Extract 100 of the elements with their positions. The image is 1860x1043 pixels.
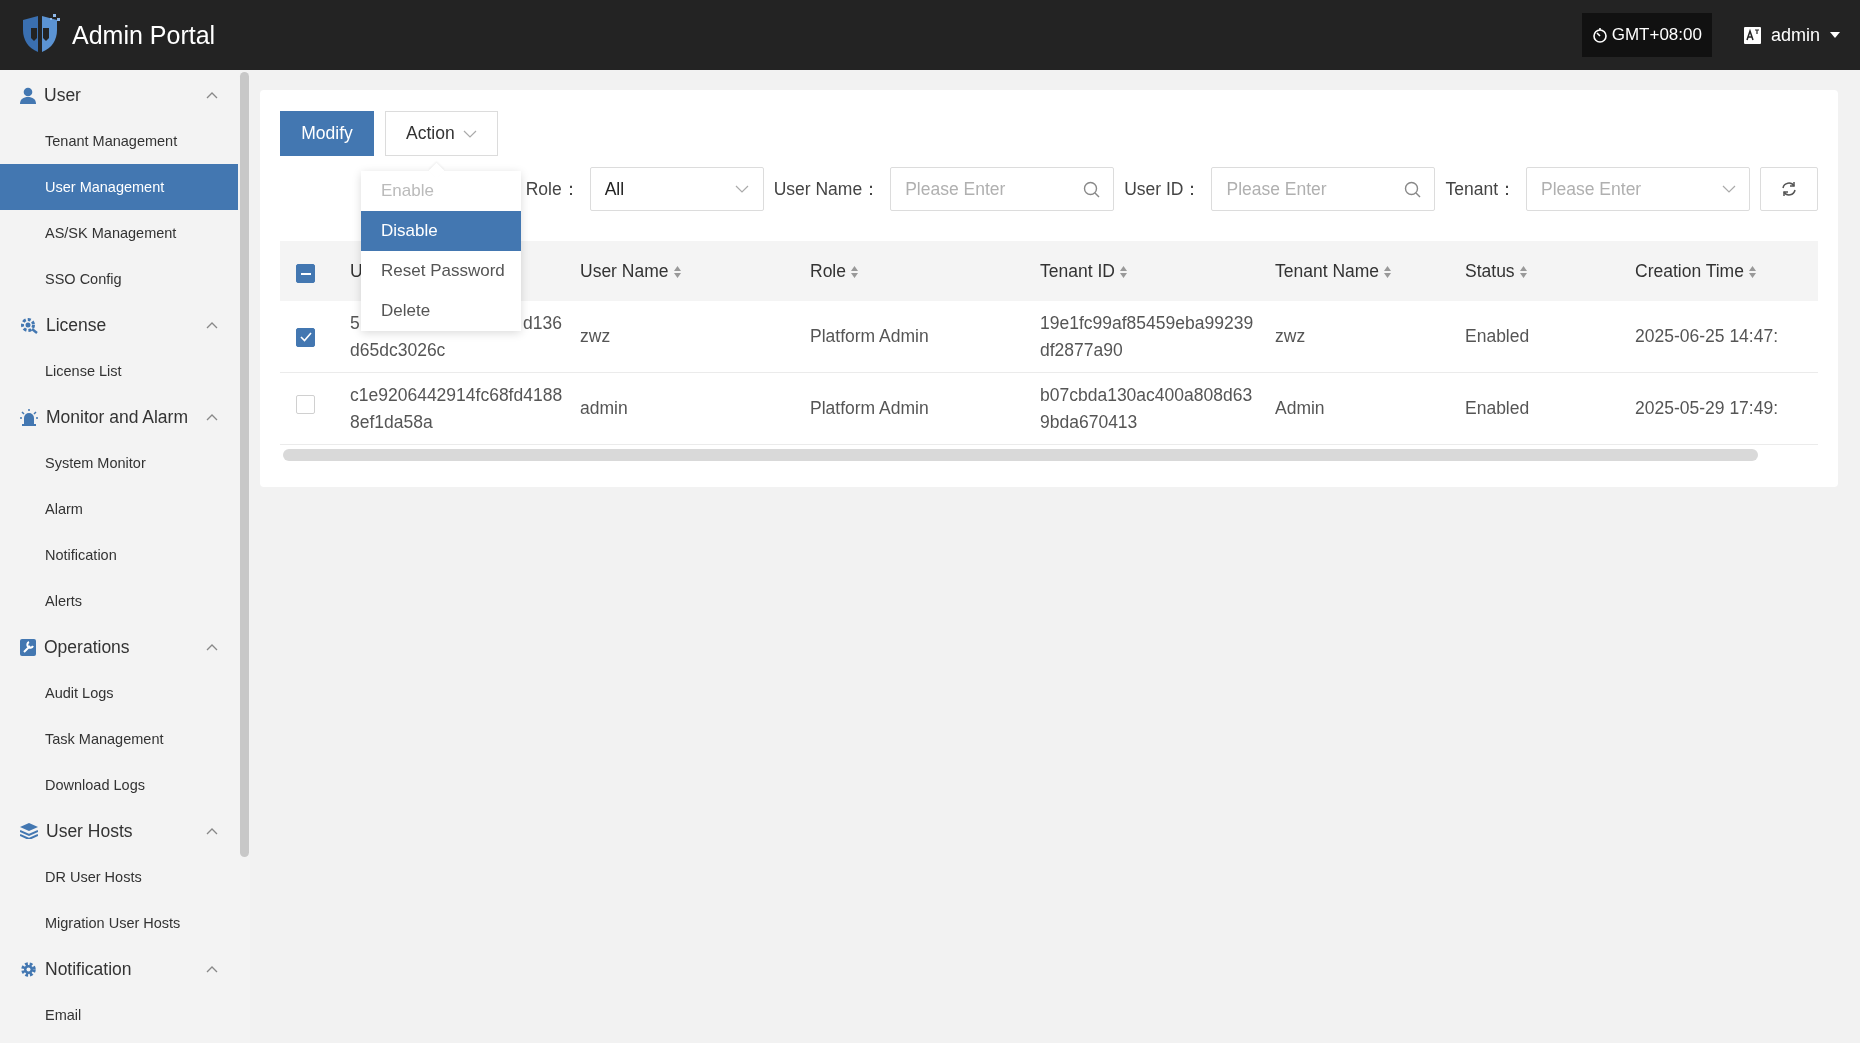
group-label: User Hosts (46, 820, 134, 842)
table-cell-text: 2025-05-29 17:49: (1635, 397, 1779, 420)
group-label: User (44, 84, 82, 106)
filter-label: Tenant： (1445, 178, 1516, 201)
timezone-label: GMT+08:00 (1611, 25, 1702, 45)
sidebar-item[interactable]: Download Logs (0, 762, 238, 808)
chevron-down-icon (734, 185, 749, 193)
modify-button[interactable]: Modify (280, 111, 374, 156)
refresh-button[interactable] (1760, 167, 1818, 211)
chevron-up-icon (206, 965, 218, 973)
sidebar-item[interactable]: Alarm (0, 486, 238, 532)
chevron-down-icon (462, 129, 477, 138)
table-cell-text: d136 (523, 311, 562, 335)
sidebar-group[interactable]: License (0, 302, 238, 348)
sort-icon (672, 264, 682, 279)
select-field[interactable]: All (589, 167, 764, 211)
menu-item[interactable]: Disable (361, 211, 521, 251)
person-icon (20, 86, 36, 104)
timezone-button[interactable]: GMT+08:00 (1581, 13, 1712, 57)
sort-icon (1747, 264, 1757, 279)
filter-label: Role： (525, 178, 580, 201)
column-header[interactable]: Status (1451, 241, 1621, 301)
table-cell-text: zwz (580, 325, 611, 348)
app-title: Admin Portal (72, 20, 217, 50)
column-header[interactable]: Tenant Name (1261, 241, 1451, 301)
table-cell-text: 2025-06-25 14:47: (1635, 325, 1779, 348)
group-label: Notification (45, 958, 133, 980)
sidebar-group[interactable]: User Hosts (0, 808, 238, 854)
search-field[interactable]: Please Enter (1211, 167, 1436, 211)
sort-icon (1518, 264, 1528, 279)
gear-icon (20, 316, 38, 334)
table-cell-text: zwz (1275, 325, 1306, 348)
sidebar-item[interactable]: Email (0, 992, 238, 1038)
sidebar-item[interactable]: Migration User Hosts (0, 900, 238, 946)
search-icon (1083, 180, 1101, 198)
sidebar-group[interactable]: Operations (0, 624, 238, 670)
layers-icon (20, 823, 38, 839)
refresh-icon (1781, 181, 1797, 197)
sort-icon (1383, 264, 1393, 279)
sidebar-item[interactable]: User Management (0, 164, 238, 210)
group-label: License (46, 314, 108, 336)
sidebar-group[interactable]: Monitor and Alarm (0, 394, 238, 440)
sidebar-item[interactable]: Alerts (0, 578, 238, 624)
language-icon (1743, 26, 1761, 44)
column-header[interactable]: Tenant ID (1026, 241, 1261, 301)
sidebar-item[interactable]: Audit Logs (0, 670, 238, 716)
chevron-down-icon (1722, 185, 1736, 193)
sidebar-item[interactable]: Tenant Management (0, 118, 238, 164)
chevron-up-icon (206, 413, 218, 421)
user-menu-button[interactable]: admin (1743, 24, 1840, 46)
sort-icon (850, 264, 859, 279)
wrench-icon (20, 638, 36, 656)
table-cell-text: c1e9206442914fc68fd41888ef1da58a (350, 383, 564, 434)
group-label: Monitor and Alarm (46, 406, 189, 428)
table-cell-text: Platform Admin (810, 325, 929, 348)
column-header[interactable]: Creation Time (1621, 241, 1818, 301)
sidebar-item[interactable]: DR User Hosts (0, 854, 238, 900)
chevron-up-icon (206, 827, 218, 835)
column-header[interactable]: User Name (566, 241, 796, 301)
chevron-up-icon (206, 91, 218, 99)
menu-item[interactable]: Delete (361, 291, 521, 331)
search-field[interactable]: Please Enter (890, 167, 1115, 211)
sort-icon (1118, 264, 1128, 279)
sidebar-item[interactable]: SSO Config (0, 256, 238, 302)
scrollbar-thumb[interactable] (240, 72, 249, 857)
table-cell-text: 19e1fc99af85459eba99239df2877a90 (1040, 311, 1255, 362)
filter-label: User Name： (773, 178, 881, 201)
select-field[interactable]: Please Enter (1526, 167, 1750, 211)
search-icon (1404, 180, 1422, 198)
sidebar-group[interactable]: Notification (0, 946, 238, 992)
minus-icon (300, 272, 311, 275)
menu-item[interactable]: Reset Password (361, 251, 521, 291)
table-cell-text: Admin (1275, 397, 1325, 420)
table-cell-text: Enabled (1465, 397, 1530, 420)
table-cell-text: 5 (350, 311, 360, 335)
sidebar-item[interactable]: License List (0, 348, 238, 394)
timer-icon (1591, 27, 1608, 43)
sidebar-group[interactable]: User (0, 72, 238, 118)
row-checkbox[interactable] (296, 327, 315, 347)
sidebar-item[interactable]: System Monitor (0, 440, 238, 486)
chevron-up-icon (206, 643, 218, 651)
table-cell-text: Enabled (1465, 325, 1530, 348)
check-icon (299, 332, 312, 342)
sidebar-item[interactable]: Task Management (0, 716, 238, 762)
select-all-checkbox[interactable] (296, 264, 315, 284)
sidebar-item[interactable]: AS/SK Management (0, 210, 238, 256)
chevron-up-icon (206, 321, 218, 329)
gear-icon (20, 960, 37, 978)
horizontal-scrollbar[interactable] (283, 449, 1758, 461)
caret-down-icon (1830, 32, 1840, 38)
table-cell-text: admin (580, 397, 628, 420)
alarm-light-icon (20, 408, 38, 426)
action-button[interactable]: Action (385, 111, 498, 156)
column-header[interactable]: Role (796, 241, 1026, 301)
filter-label: User ID： (1124, 178, 1202, 201)
group-label: Operations (44, 636, 131, 658)
table-cell-text: Platform Admin (810, 397, 929, 420)
table-cell: d65dc3026c (350, 339, 446, 360)
sidebar-item[interactable]: Notification (0, 532, 238, 578)
table-cell-text: b07cbda130ac400a808d639bda670413 (1040, 383, 1254, 434)
